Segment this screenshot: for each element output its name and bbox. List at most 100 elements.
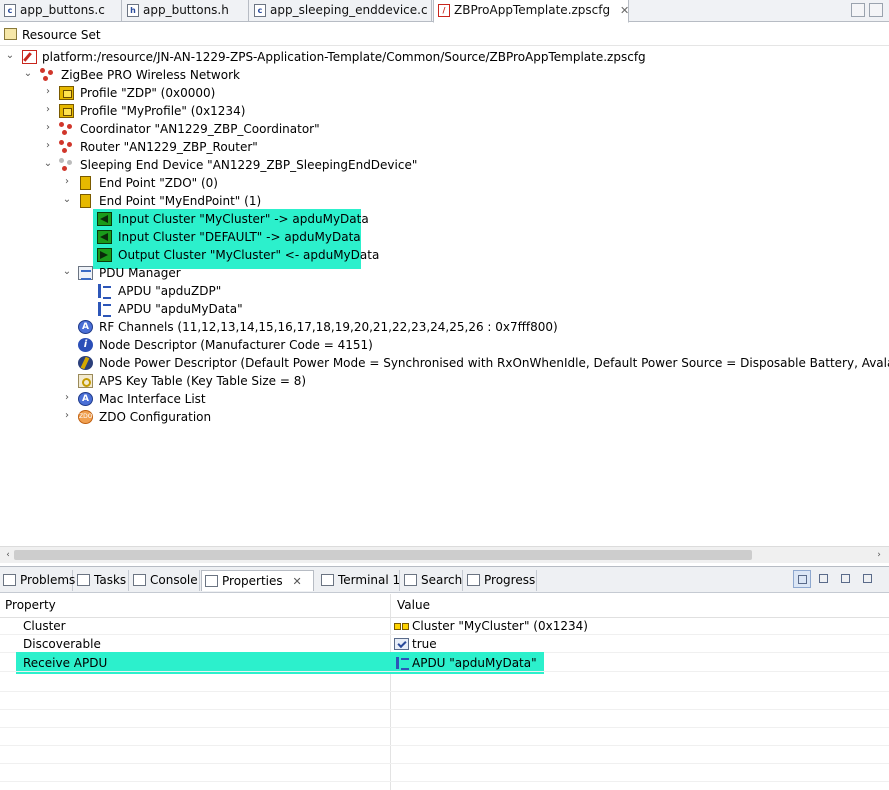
- tab-label: app_buttons.h: [143, 3, 229, 17]
- tree-item-input-cluster-default[interactable]: Input Cluster "DEFAULT" -> apduMyData: [0, 228, 889, 246]
- filter-button[interactable]: [837, 570, 855, 588]
- config-tree: ⌄ platform:/resource/JN-AN-1229-ZPS-Appl…: [0, 47, 889, 544]
- tree-item-sleeping-end-device[interactable]: ⌄ Sleeping End Device "AN1229_ZBP_Sleepi…: [0, 156, 889, 174]
- close-icon[interactable]: ✕: [292, 572, 301, 592]
- collapsed-arrow-icon[interactable]: ›: [61, 409, 73, 423]
- tree-item-endpoint-zdo[interactable]: › End Point "ZDO" (0): [0, 174, 889, 192]
- tree-item-label: APS Key Table (Key Table Size = 8): [99, 374, 307, 388]
- tab-progress[interactable]: Progress: [464, 570, 537, 591]
- collapsed-arrow-icon[interactable]: ›: [42, 85, 54, 99]
- tab-terminal[interactable]: Terminal 1: [318, 570, 400, 591]
- boolean-icon: [394, 638, 409, 650]
- tree-item-rf-channels[interactable]: A RF Channels (11,12,13,14,15,16,17,18,1…: [0, 318, 889, 336]
- show-advanced-button[interactable]: [815, 570, 833, 588]
- tree-item-apdu-my[interactable]: APDU "apduMyData": [0, 300, 889, 318]
- tree-item-label: Output Cluster "MyCluster" <- apduMyData: [118, 248, 380, 262]
- tree-item-root[interactable]: ⌄ platform:/resource/JN-AN-1229-ZPS-Appl…: [0, 48, 889, 66]
- expanded-arrow-icon[interactable]: ⌄: [22, 67, 34, 81]
- editor-tab-bar: c app_buttons.c h app_buttons.h c app_sl…: [0, 0, 889, 23]
- tree-item-aps-key-table[interactable]: APS Key Table (Key Table Size = 8): [0, 372, 889, 390]
- problems-icon: [3, 574, 16, 586]
- endpoint-icon: [80, 194, 91, 208]
- tree-item-mac-interface-list[interactable]: › A Mac Interface List: [0, 390, 889, 408]
- expanded-arrow-icon[interactable]: ⌄: [42, 157, 54, 171]
- tree-item-label: Router "AN1229_ZBP_Router": [80, 140, 258, 154]
- tab-app-sleeping-enddevice-c[interactable]: c app_sleeping_enddevice.c: [250, 0, 432, 22]
- tab-label: Tasks: [94, 573, 127, 587]
- tab-zbproapptemplate-zpscfg[interactable]: / ZBProAppTemplate.zpscfg ✕: [433, 0, 629, 23]
- header-property: Property: [5, 598, 56, 612]
- tab-label: Search: [421, 573, 463, 587]
- scroll-right-icon[interactable]: ›: [873, 549, 885, 561]
- header-value: Value: [397, 598, 430, 612]
- tree-item-router[interactable]: › Router "AN1229_ZBP_Router": [0, 138, 889, 156]
- collapsed-arrow-icon[interactable]: ›: [42, 103, 54, 117]
- tab-label: Properties: [222, 574, 283, 588]
- tree-item-network[interactable]: ⌄ ZigBee PRO Wireless Network: [0, 66, 889, 84]
- progress-icon: [467, 574, 480, 586]
- key-icon: [78, 374, 93, 388]
- tasks-icon: [77, 574, 90, 586]
- tab-app-buttons-h[interactable]: h app_buttons.h: [123, 0, 249, 22]
- collapsed-arrow-icon[interactable]: ›: [61, 391, 73, 405]
- tree-item-label: Input Cluster "DEFAULT" -> apduMyData: [118, 230, 361, 244]
- empty-row: [0, 764, 889, 782]
- view-tab-bar: Problems Tasks Console Properties ✕ Term…: [0, 566, 889, 593]
- tree-horizontal-scrollbar[interactable]: ‹ ›: [0, 546, 889, 563]
- maximize-icon[interactable]: [869, 3, 883, 17]
- properties-header: Property Value: [0, 594, 889, 618]
- properties-icon: [205, 575, 218, 587]
- minimize-icon[interactable]: [851, 3, 865, 17]
- apdu-icon: [396, 657, 411, 670]
- tab-console[interactable]: Console: [130, 570, 200, 591]
- tree-item-coordinator[interactable]: › Coordinator "AN1229_ZBP_Coordinator": [0, 120, 889, 138]
- console-icon: [133, 574, 146, 586]
- tab-properties[interactable]: Properties ✕: [201, 570, 314, 591]
- expanded-arrow-icon[interactable]: ⌄: [4, 49, 16, 63]
- tree-item-label: End Point "ZDO" (0): [99, 176, 218, 190]
- tab-search[interactable]: Search: [401, 570, 463, 591]
- expanded-arrow-icon[interactable]: ⌄: [61, 193, 73, 207]
- property-value: Cluster "MyCluster" (0x1234): [412, 619, 588, 633]
- tree-item-input-cluster-my[interactable]: Input Cluster "MyCluster" -> apduMyData: [0, 210, 889, 228]
- expanded-arrow-icon[interactable]: ⌄: [61, 265, 73, 279]
- tree-item-label: Sleeping End Device "AN1229_ZBP_Sleeping…: [80, 158, 418, 172]
- show-categories-button[interactable]: [793, 570, 811, 588]
- property-row[interactable]: Discoverable true: [0, 635, 889, 653]
- cluster-icon: [394, 620, 409, 632]
- network-icon: [40, 68, 54, 82]
- tree-item-node-descriptor[interactable]: i Node Descriptor (Manufacturer Code = 4…: [0, 336, 889, 354]
- apdu-icon: [98, 302, 113, 317]
- power-icon: [78, 356, 93, 370]
- property-row[interactable]: Cluster Cluster "MyCluster" (0x1234): [0, 617, 889, 635]
- zpscfg-file-icon: /: [438, 4, 450, 17]
- collapsed-arrow-icon[interactable]: ›: [61, 175, 73, 189]
- tree-item-profile-my[interactable]: › Profile "MyProfile" (0x1234): [0, 102, 889, 120]
- collapsed-arrow-icon[interactable]: ›: [42, 139, 54, 153]
- tree-item-profile-zdp[interactable]: › Profile "ZDP" (0x0000): [0, 84, 889, 102]
- endpoint-icon: [80, 176, 91, 190]
- tree-item-zdo-configuration[interactable]: › ZDO ZDO Configuration: [0, 408, 889, 426]
- property-row[interactable]: Receive APDU APDU "apduMyData": [0, 654, 889, 672]
- tree-item-node-power-descriptor[interactable]: Node Power Descriptor (Default Power Mod…: [0, 354, 889, 372]
- tree-item-pdu-manager[interactable]: ⌄ PDU Manager: [0, 264, 889, 282]
- tree-item-label: ZigBee PRO Wireless Network: [61, 68, 240, 82]
- profile-icon: [59, 104, 74, 118]
- scrollbar-thumb[interactable]: [14, 550, 752, 560]
- tab-problems[interactable]: Problems: [0, 570, 75, 591]
- tab-label: Console: [150, 573, 198, 587]
- property-value: true: [412, 637, 437, 651]
- tree-item-endpoint-my[interactable]: ⌄ End Point "MyEndPoint" (1): [0, 192, 889, 210]
- tab-app-buttons-c[interactable]: c app_buttons.c: [0, 0, 122, 22]
- tab-tasks[interactable]: Tasks: [74, 570, 129, 591]
- tree-item-output-cluster-my[interactable]: Output Cluster "MyCluster" <- apduMyData: [0, 246, 889, 264]
- tree-item-label: APDU "apduZDP": [118, 284, 222, 298]
- tab-label: app_buttons.c: [20, 3, 105, 17]
- scroll-left-icon[interactable]: ‹: [2, 549, 14, 561]
- empty-row: [0, 674, 889, 692]
- tree-item-apdu-zdp[interactable]: APDU "apduZDP": [0, 282, 889, 300]
- restore-default-button[interactable]: [859, 570, 877, 588]
- tree-item-label: Input Cluster "MyCluster" -> apduMyData: [118, 212, 369, 226]
- collapsed-arrow-icon[interactable]: ›: [42, 121, 54, 135]
- close-icon[interactable]: ✕: [620, 0, 629, 21]
